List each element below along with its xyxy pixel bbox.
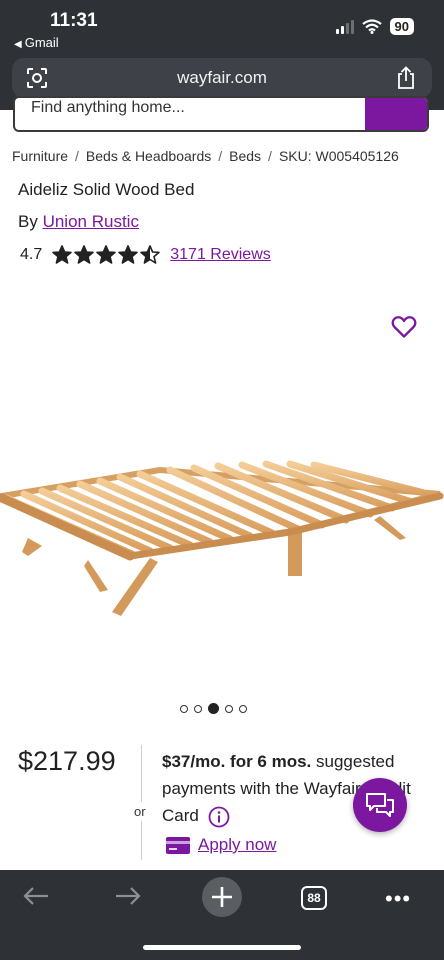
credit-card-icon <box>166 836 190 854</box>
address-bar[interactable]: wayfair.com <box>12 58 432 98</box>
apply-now-link[interactable]: Apply now <box>166 835 276 855</box>
carousel-dot[interactable] <box>225 704 233 713</box>
heart-icon[interactable] <box>391 315 417 339</box>
rating-row: 4.7 3171 Reviews <box>20 245 271 265</box>
wifi-icon <box>361 19 382 34</box>
url-text: wayfair.com <box>177 68 267 87</box>
chat-button[interactable] <box>353 778 407 832</box>
back-app-label: Gmail <box>24 35 59 50</box>
star-icon <box>52 245 73 264</box>
back-arrow-icon[interactable] <box>22 884 50 908</box>
breadcrumb-sku: SKU: W005405126 <box>278 148 399 164</box>
search-button[interactable] <box>365 98 427 130</box>
brand-link[interactable]: Union Rustic <box>43 212 139 231</box>
star-icon <box>140 245 161 264</box>
rating-value: 4.7 <box>20 246 43 263</box>
battery-icon: 90 <box>389 18 414 35</box>
status-time: 11:31 <box>50 10 98 31</box>
reviews-link[interactable]: 3171 Reviews <box>170 246 271 264</box>
star-icon <box>118 245 139 264</box>
breadcrumb-beds[interactable]: Beds <box>229 148 261 164</box>
new-tab-icon[interactable] <box>201 876 243 918</box>
tabs-icon[interactable]: 88 <box>301 886 327 910</box>
gmail-back-icon: ◀ <box>14 39 22 50</box>
forward-arrow-icon[interactable] <box>114 884 142 908</box>
breadcrumb-beds-headboards[interactable]: Beds & Headboards <box>86 148 211 164</box>
product-brand-line: By Union Rustic <box>18 212 139 232</box>
status-icons: 90 <box>335 18 414 35</box>
by-label: By <box>18 212 38 231</box>
star-icon <box>96 245 117 264</box>
star-rating[interactable] <box>52 245 161 265</box>
share-icon[interactable] <box>396 66 416 90</box>
carousel-dot[interactable] <box>208 703 219 714</box>
product-title: Aideliz Solid Wood Bed <box>18 180 195 199</box>
home-indicator <box>143 945 301 950</box>
breadcrumb-furniture[interactable]: Furniture <box>12 148 68 164</box>
product-image[interactable] <box>0 440 444 630</box>
star-icon <box>74 245 95 264</box>
back-to-app-link[interactable]: ◀ Gmail <box>14 35 59 50</box>
signal-icon <box>335 19 354 34</box>
chat-icon <box>366 793 394 817</box>
carousel-dot[interactable] <box>180 704 188 713</box>
site-search[interactable]: Find anything home... <box>13 96 429 132</box>
more-icon[interactable]: ••• <box>385 886 411 912</box>
apply-now-label: Apply now <box>198 835 277 854</box>
breadcrumb: Furniture / Beds & Headboards / Beds / SKU: W0… <box>12 148 399 164</box>
browser-chrome: 11:31 ◀ Gmail 90 wayfair.com <box>0 0 444 110</box>
carousel-dot[interactable] <box>194 704 202 713</box>
monthly-payment: $37/mo. for 6 mos. <box>162 752 312 771</box>
search-input[interactable]: Find anything home... <box>31 99 185 117</box>
info-icon[interactable] <box>208 806 230 828</box>
image-carousel-dots[interactable] <box>180 703 247 714</box>
or-label: or <box>134 802 146 821</box>
product-price: $217.99 <box>18 746 116 776</box>
carousel-dot[interactable] <box>239 704 247 713</box>
